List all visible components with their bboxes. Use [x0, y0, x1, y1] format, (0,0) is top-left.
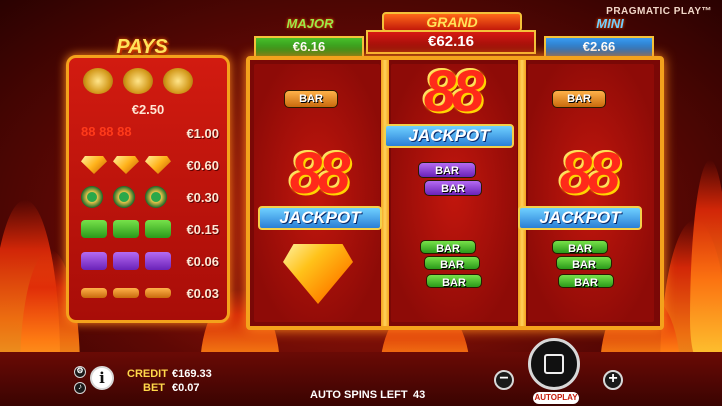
minus-icon[interactable]: −	[494, 370, 514, 390]
plus-icon[interactable]: +	[603, 370, 623, 390]
dragon-icon	[163, 68, 193, 94]
coin-icon	[81, 186, 103, 208]
mini-jackpot-label: MINI	[596, 16, 624, 31]
jackpot-banner: JACKPOT	[384, 124, 514, 148]
green-bar-symbol: BAR	[424, 256, 480, 271]
purple-bar-icon	[113, 252, 139, 270]
pay-value: €0.06	[186, 253, 219, 269]
pay-value: €0.15	[186, 221, 219, 237]
pay-row: €0.30	[81, 186, 221, 208]
diamond-icon	[81, 156, 107, 174]
jackpot-banner: JACKPOT	[518, 206, 642, 230]
credit-label: CREDIT	[127, 368, 168, 380]
pay-value: €0.60	[186, 157, 219, 173]
dragon-row	[83, 68, 203, 94]
info-icon[interactable]: i	[90, 366, 114, 390]
green-bar-icon	[81, 220, 107, 238]
purple-bar-symbol: BAR	[424, 180, 482, 196]
dragon-icon	[123, 68, 153, 94]
top-prize-value: €2.50	[131, 102, 165, 117]
eights-symbol: 88	[289, 141, 351, 206]
eights-symbol: 88	[423, 59, 485, 124]
auto-spins-label: AUTO SPINS LEFT	[310, 389, 408, 401]
purple-bar-icon	[145, 252, 171, 270]
spin-button[interactable]	[528, 338, 580, 390]
diamond-icon	[113, 156, 139, 174]
orange-bar-icon	[113, 288, 139, 298]
paytable-panel: €2.50 88 88 88 €1.00 €0.60 €0.30 €0.15 €…	[66, 55, 230, 323]
grand-jackpot-label: GRAND	[382, 12, 522, 32]
jackpot-banner: JACKPOT	[258, 206, 382, 230]
green-bar-symbol: BAR	[558, 274, 614, 289]
green-bar-icon	[145, 220, 171, 238]
settings-icon[interactable]: ⚙	[74, 366, 86, 378]
orange-bar-icon	[145, 288, 171, 298]
major-jackpot-label: MAJOR	[286, 16, 334, 31]
mini-jackpot-value: €2.66	[544, 36, 654, 58]
grand-jackpot-value: €62.16	[366, 30, 536, 54]
reel-separator	[518, 60, 526, 326]
credit-value: €169.33	[172, 368, 212, 380]
orange-bar-symbol: BAR	[552, 90, 606, 108]
sound-icon[interactable]: ♪	[74, 382, 86, 394]
bet-value: €0.07	[172, 382, 200, 394]
pay-row: €0.06	[81, 250, 221, 272]
paytable-title: PAYS	[116, 36, 168, 58]
purple-bar-symbol: BAR	[418, 162, 476, 178]
pay-row: 88 88 88 €1.00	[81, 122, 221, 144]
green-bar-symbol: BAR	[552, 240, 608, 255]
dragon-icon	[83, 68, 113, 94]
triple-88-icon: 88 88 88	[81, 124, 132, 139]
diamond-icon	[145, 156, 171, 174]
green-bar-symbol: BAR	[556, 256, 612, 271]
auto-spins-value: 43	[413, 389, 426, 401]
pay-row: €0.03	[81, 282, 221, 304]
orange-bar-icon	[81, 288, 107, 298]
purple-bar-icon	[81, 252, 107, 270]
bet-label: BET	[143, 382, 165, 394]
eights-symbol: 88	[559, 141, 621, 206]
pay-value: €0.03	[186, 285, 219, 301]
coin-icon	[145, 186, 167, 208]
pay-row: €0.60	[81, 154, 221, 176]
autoplay-button[interactable]: AUTOPLAY	[533, 392, 579, 404]
major-jackpot-value: €6.16	[254, 36, 364, 58]
spin-stop-icon	[544, 354, 564, 374]
coin-icon	[113, 186, 135, 208]
green-bar-symbol: BAR	[420, 240, 476, 255]
pay-value: €1.00	[186, 125, 219, 141]
green-bar-symbol: BAR	[426, 274, 482, 289]
reel-separator	[381, 60, 389, 326]
flame-decoration	[690, 160, 722, 360]
orange-bar-symbol: BAR	[284, 90, 338, 108]
green-bar-icon	[113, 220, 139, 238]
pay-row: €0.15	[81, 218, 221, 240]
pay-value: €0.30	[186, 189, 219, 205]
